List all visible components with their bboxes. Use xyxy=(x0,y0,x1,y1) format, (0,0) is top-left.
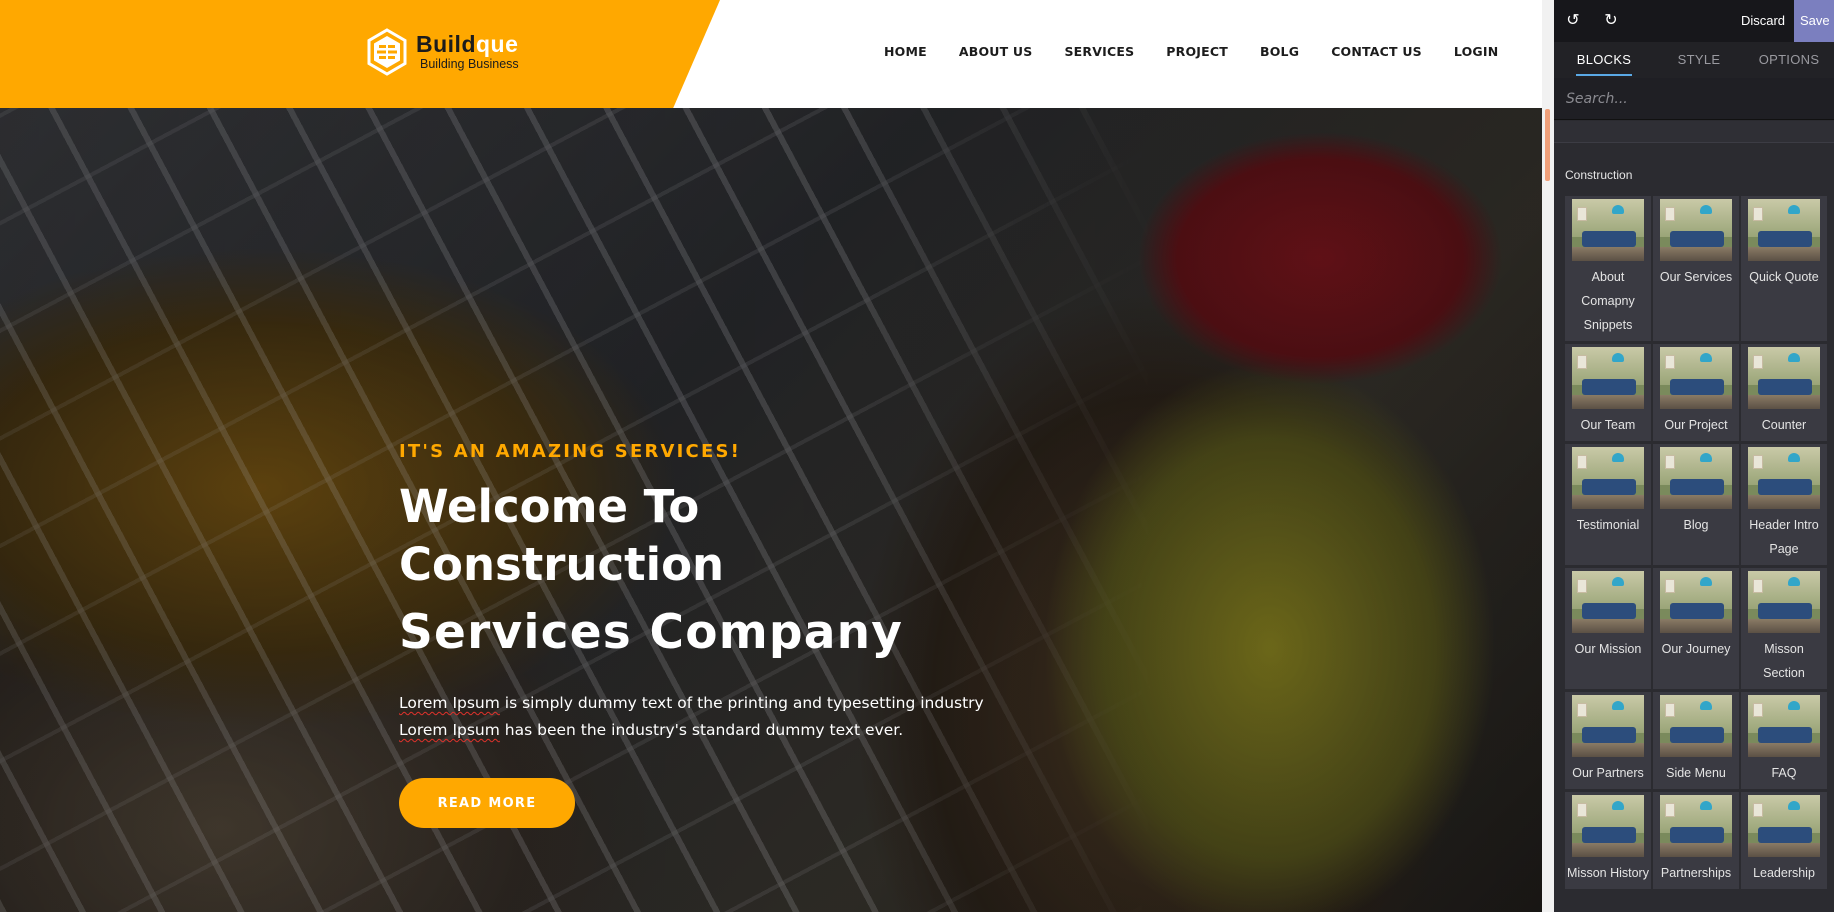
block-label: Our Partners xyxy=(1572,766,1644,780)
block-tile[interactable]: Our Journey xyxy=(1653,568,1739,689)
nav-login[interactable]: LOGIN xyxy=(1454,44,1499,59)
block-label: Our Services xyxy=(1659,270,1733,284)
site-logo[interactable]: Buildque Building Business xyxy=(366,28,519,76)
block-label: FAQ xyxy=(1771,766,1797,780)
desc-line-1-underlined: Lorem Ipsum xyxy=(399,694,500,712)
tab-options[interactable]: OPTIONS xyxy=(1744,42,1834,78)
block-thumbnail-image xyxy=(1660,447,1732,509)
block-label: Partnerships xyxy=(1660,866,1732,880)
editor-panel: ↺ ↻ Discard Save BLOCKS STYLE OPTIONS Co… xyxy=(1554,0,1834,912)
save-button[interactable]: Save xyxy=(1794,0,1834,42)
block-thumbnail-image xyxy=(1572,571,1644,633)
editor-tabs: BLOCKS STYLE OPTIONS xyxy=(1554,42,1834,78)
nav-home[interactable]: HOME xyxy=(884,44,927,59)
tab-style[interactable]: STYLE xyxy=(1654,42,1744,78)
block-label: Counter xyxy=(1761,418,1807,432)
block-tile[interactable]: Our Mission xyxy=(1565,568,1651,689)
hero-section: IT'S AN AMAZING SERVICES! Welcome To Con… xyxy=(0,108,1542,912)
block-tile[interactable]: Testimonial xyxy=(1565,444,1651,565)
nav-contact-us[interactable]: CONTACT US xyxy=(1331,44,1422,59)
logo-tagline: Building Business xyxy=(420,57,519,71)
block-tile[interactable]: Misson Section xyxy=(1741,568,1827,689)
block-thumbnail-image xyxy=(1572,347,1644,409)
block-tile[interactable]: Our Team xyxy=(1565,344,1651,441)
canvas-scrollbar[interactable] xyxy=(1542,0,1554,912)
block-label: Blog xyxy=(1683,518,1709,532)
block-label: Side Menu xyxy=(1666,766,1726,780)
block-thumbnail-image xyxy=(1660,571,1732,633)
header-yellow-band xyxy=(0,0,720,108)
block-thumbnail-image xyxy=(1660,795,1732,857)
block-tile[interactable]: Leadership xyxy=(1741,792,1827,889)
divider xyxy=(1554,121,1834,143)
website-canvas: Buildque Building Business HOME ABOUT US… xyxy=(0,0,1542,912)
block-tile[interactable]: Misson History xyxy=(1565,792,1651,889)
hero-title: Welcome To Construction Services Company xyxy=(399,478,903,664)
block-thumbnail-image xyxy=(1572,795,1644,857)
block-tile[interactable]: Counter xyxy=(1741,344,1827,441)
block-search xyxy=(1554,78,1834,120)
nav-services[interactable]: SERVICES xyxy=(1064,44,1134,59)
hero-title-line-3: Services Company xyxy=(399,605,904,660)
block-label: Header Intro Page xyxy=(1749,518,1819,556)
category-heading: Construction xyxy=(1565,168,1633,182)
site-header: Buildque Building Business HOME ABOUT US… xyxy=(0,0,1542,108)
logo-name: Buildque xyxy=(416,31,519,57)
block-thumbnail-image xyxy=(1572,199,1644,261)
logo-hexagon-icon xyxy=(367,28,407,76)
block-tile[interactable]: FAQ xyxy=(1741,692,1827,789)
block-thumbnail-image xyxy=(1660,199,1732,261)
nav-project[interactable]: PROJECT xyxy=(1166,44,1228,59)
discard-button[interactable]: Discard xyxy=(1732,0,1794,42)
undo-icon[interactable]: ↺ xyxy=(1564,12,1582,30)
block-label: Testimonial xyxy=(1576,518,1640,532)
nav-about-us[interactable]: ABOUT US xyxy=(959,44,1033,59)
hero-title-line-1: Welcome To xyxy=(399,480,700,533)
block-tile[interactable]: Our Partners xyxy=(1565,692,1651,789)
block-thumbnail-image xyxy=(1748,199,1820,261)
block-thumbnail-image xyxy=(1748,795,1820,857)
block-label: Our Team xyxy=(1580,418,1636,432)
hero-description: Lorem Ipsum is simply dummy text of the … xyxy=(399,690,984,744)
block-thumbnail-image xyxy=(1748,447,1820,509)
block-tile[interactable]: Partnerships xyxy=(1653,792,1739,889)
nav-blog[interactable]: BOLG xyxy=(1260,44,1299,59)
block-tile[interactable]: Side Menu xyxy=(1653,692,1739,789)
hero-kicker: IT'S AN AMAZING SERVICES! xyxy=(399,441,742,462)
block-thumbnail-image xyxy=(1572,447,1644,509)
editor-toolbar: ↺ ↻ Discard Save xyxy=(1554,0,1834,42)
block-label: About Comapny Snippets xyxy=(1581,270,1635,332)
block-thumbnail-image xyxy=(1748,571,1820,633)
hero-title-line-2: Construction xyxy=(399,538,725,591)
block-tile[interactable]: About Comapny Snippets xyxy=(1565,196,1651,341)
desc-line-2-rest: has been the industry's standard dummy t… xyxy=(499,721,904,739)
desc-line-2-underlined: Lorem Ipsum xyxy=(399,721,500,739)
read-more-button[interactable]: READ MORE xyxy=(399,778,575,828)
block-label: Leadership xyxy=(1753,866,1815,880)
block-tile[interactable]: Our Services xyxy=(1653,196,1739,341)
tab-blocks[interactable]: BLOCKS xyxy=(1554,42,1654,78)
block-label: Misson Section xyxy=(1763,642,1805,680)
redo-icon[interactable]: ↻ xyxy=(1602,12,1620,30)
block-tile[interactable]: Quick Quote xyxy=(1741,196,1827,341)
block-thumbnail-image xyxy=(1660,695,1732,757)
block-thumbnail-image xyxy=(1748,347,1820,409)
block-thumbnail-image xyxy=(1572,695,1644,757)
canvas-scrollbar-thumb[interactable] xyxy=(1545,109,1550,181)
block-tile[interactable]: Blog xyxy=(1653,444,1739,565)
block-label: Our Journey xyxy=(1661,642,1731,656)
block-tile[interactable]: Header Intro Page xyxy=(1741,444,1827,565)
search-input[interactable] xyxy=(1554,78,1834,120)
main-nav: HOME ABOUT US SERVICES PROJECT BOLG CONT… xyxy=(884,44,1498,59)
block-label: Misson History xyxy=(1567,866,1649,880)
desc-line-1-rest: is simply dummy text of the printing and… xyxy=(499,694,984,712)
block-tile[interactable]: Our Project xyxy=(1653,344,1739,441)
block-thumbnail-image xyxy=(1660,347,1732,409)
block-label: Our Project xyxy=(1664,418,1728,432)
block-label: Our Mission xyxy=(1574,642,1642,656)
block-thumbnail-image xyxy=(1748,695,1820,757)
block-label: Quick Quote xyxy=(1749,270,1819,284)
blocks-grid: About Comapny Snippets Our Services Quick … xyxy=(1565,196,1827,889)
